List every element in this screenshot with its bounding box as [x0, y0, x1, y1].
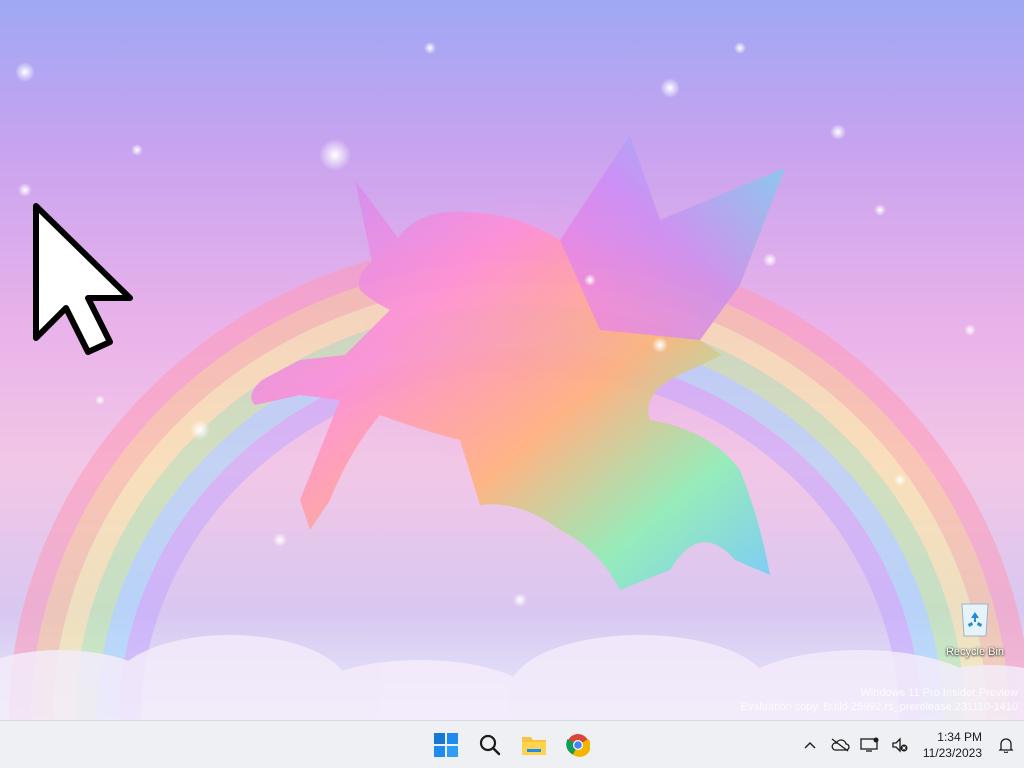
chevron-up-icon: [804, 742, 816, 749]
chrome-icon: [566, 734, 590, 757]
system-tray: 1:34 PM 11/23/2023: [795, 721, 1024, 769]
volume-tray-button[interactable]: [885, 725, 915, 765]
recycle-bin-icon: [959, 600, 991, 638]
notification-button[interactable]: [988, 725, 1024, 765]
network-icon: [860, 737, 879, 752]
search-icon: [479, 734, 501, 756]
onedrive-tray-button[interactable]: [825, 725, 855, 765]
clock-date: 11/23/2023: [922, 746, 982, 760]
network-tray-button[interactable]: [855, 725, 885, 765]
desktop-icon-label: Recycle Bin: [945, 646, 1005, 658]
show-hidden-icons-button[interactable]: [795, 725, 825, 765]
search-button[interactable]: [470, 725, 510, 765]
taskbar-apps: [426, 725, 598, 765]
file-explorer-icon: [522, 737, 546, 755]
file-explorer-button[interactable]: [514, 725, 554, 765]
windows-watermark: Windows 11 Pro Insider Preview Evaluatio…: [740, 686, 1018, 714]
desktop[interactable]: Recycle Bin Windows 11 Pro Insider Previ…: [0, 0, 1024, 720]
watermark-line-2: Evaluation copy. Build 25992.rs_prerelea…: [740, 701, 1018, 713]
watermark-line-1: Windows 11 Pro Insider Preview: [860, 687, 1018, 699]
volume-muted-icon: [892, 737, 908, 753]
chrome-button[interactable]: [558, 725, 598, 765]
windows-start-icon: [434, 733, 458, 757]
clock-button[interactable]: 1:34 PM 11/23/2023: [915, 729, 988, 761]
taskbar: 1:34 PM 11/23/2023: [0, 720, 1024, 768]
bell-icon: [998, 738, 1014, 753]
desktop-icon-recycle-bin[interactable]: Recycle Bin: [938, 598, 1012, 664]
wallpaper-art: [0, 42, 1024, 720]
clock-time: 1:34 PM: [937, 730, 982, 744]
start-button[interactable]: [426, 725, 466, 765]
mouse-cursor-icon: [30, 200, 140, 365]
onedrive-offline-icon: [831, 738, 850, 752]
